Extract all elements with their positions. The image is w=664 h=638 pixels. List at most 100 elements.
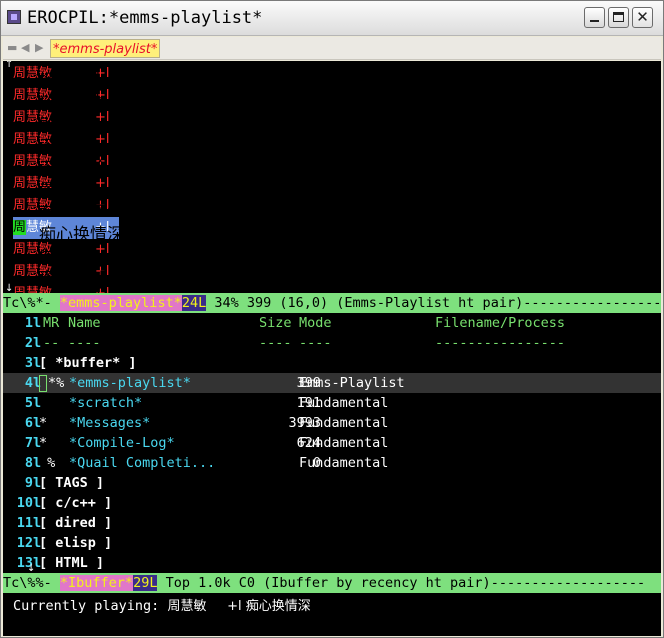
buffer-name[interactable]: *scratch* [69,393,142,413]
line-number-separator: l [33,335,42,351]
column-header-file[interactable]: Filename/Process [435,313,565,333]
modeline-line-count: 29L [133,575,158,591]
echo-area: Currently playing: 周慧敏 +l 痴心换情深 [13,596,311,616]
minimize-button[interactable] [584,7,605,28]
ibuffer-buffer-row[interactable]: 4l *% *emms-playlist* 399 Emms-Playlist [3,373,661,393]
tab-next-icon[interactable]: ▶ [35,37,43,59]
column-underline-size: ---- [259,335,292,351]
ibuffer-header-row[interactable]: 1l MR Name Size Mode Filename/Process [3,313,661,333]
buffer-name[interactable]: *Compile-Log* [69,433,175,453]
buffer-mark: % [39,455,56,471]
ibuffer-header-underline[interactable]: 2l -- ---- ---- ---- ---------------- [3,333,661,353]
column-underline-mr: -- [43,335,60,351]
modeline-ibuffer[interactable]: Tc\%%- *Ibuffer*29L Top 1.0k C0 (Ibuffer… [3,573,661,593]
modeline-playlist[interactable]: Tc\%*- *emms-playlist*24L 34% 399 (16,0)… [3,293,661,313]
emacs-frame: ↑ 周慧敏 +l 把心叠上你的心 周慧敏 +l 放下的力量 周慧敏 +l 敏感夜 周慧敏 +l 无双谱… [3,61,661,636]
column-underline-mode: ---- [299,335,332,351]
line-number: 11 [16,515,33,531]
buffer-mark: *% [39,373,64,393]
playlist-track-current[interactable]: 周慧敏 +l 痴心换情深 [13,217,124,245]
echo-label: Currently playing: [13,598,168,614]
buffer-mark [39,393,55,413]
emacs-window: EROCPIL:*emms-playlist* ✕ ▬ ◀ ▶ *emms-pl… [0,0,664,638]
tab-menu-icon[interactable]: ▬ [7,37,17,59]
echo-current-song: 周慧敏 +l 痴心换情深 [167,599,311,614]
close-button[interactable]: ✕ [632,7,653,28]
playlist-track[interactable]: 周慧敏 +l 离开忧郁的习惯 [13,261,158,289]
column-header-size[interactable]: Size [259,313,292,333]
line-number: 4 [24,375,33,391]
tab-bar: ▬ ◀ ▶ *emms-playlist* [3,37,661,60]
line-number: 1 [24,315,33,331]
column-header-mode[interactable]: Mode [299,313,332,333]
buffer-name[interactable]: *emms-playlist* [69,373,191,393]
ibuffer-group-header[interactable]: 3l[ *buffer* ] [3,353,661,373]
buffer-mode: Fundamental [299,395,389,411]
line-number: 3 [24,355,33,371]
modeline-status: Tc\%%- [3,575,60,591]
ibuffer-group-header[interactable]: 10l[ c/c++ ] [3,493,661,513]
text-cursor: 周 [13,220,27,235]
title-bar[interactable]: EROCPIL:*emms-playlist* ✕ [1,1,663,36]
tab-emms-playlist[interactable]: *emms-playlist* [50,39,161,58]
buffer-name[interactable]: *Quail Completi... [69,453,215,473]
buffer-mode: Fundamental [299,435,389,451]
ibuffer-buffer-row[interactable]: 7l * *Compile-Log* 624 Fundamental [3,433,661,453]
modeline-status: Tc\%*- [3,295,60,311]
column-header-name[interactable]: Name [68,313,101,333]
ibuffer-buffer-row[interactable]: 5l *scratch* 191 Fundamental [3,393,661,413]
modeline-buffer-name[interactable]: *Ibuffer* [59,575,134,591]
buffer-mode: Emms-Playlist [299,375,405,391]
ibuffer-buffer-row[interactable]: 8l % *Quail Completi... 0 Fundamental [3,453,661,473]
line-number-separator: l [33,315,42,331]
modeline-info: Top 1.0k C0 (Ibuffer by recency ht pair)… [157,575,646,591]
playlist-track[interactable]: 周慧敏 +l 无双谱 [13,129,119,157]
window-title: EROCPIL:*emms-playlist* [27,8,263,28]
buffer-mode: Fundamental [299,455,389,471]
buffer-mark: * [39,415,56,431]
track-separator: +l [95,242,110,257]
playlist-track[interactable]: 周慧敏 +l 把心叠上你的心 [13,63,158,91]
line-number: 6 [24,415,33,431]
buffer-name[interactable]: *Messages* [69,413,150,433]
line-number: 2 [24,335,33,351]
playlist-track[interactable]: 周慧敏 +l 无情夜冷风 [13,151,124,179]
line-number: 5 [24,395,33,411]
tab-prev-icon[interactable]: ◀ [21,37,29,59]
filter-group-label[interactable]: [ elisp ] [39,533,112,553]
emacs-app-icon[interactable] [7,10,21,24]
modeline-line-count: 24L [181,295,207,311]
track-separator: +l [95,176,110,191]
playlist-track[interactable]: 周慧敏 +l 盆栽 [13,239,119,267]
playlist-track[interactable]: 周慧敏 +l 有您美丽太多 [13,195,141,223]
line-number: 10 [16,495,33,511]
track-separator: +l [95,110,110,125]
buffer-mode: Fundamental [299,415,389,431]
filter-group-label[interactable]: [ dired ] [39,513,112,533]
modeline-info: 34% 399 (16,0) (Emms-Playlist ht pair)--… [206,295,661,311]
track-separator: +l [95,132,110,147]
ibuffer-group-header[interactable]: 9l[ TAGS ] [3,473,661,493]
playlist-track[interactable]: 周慧敏 +l 最爱 [13,173,119,201]
maximize-button[interactable] [608,7,629,28]
column-underline-name: ---- [68,335,101,351]
ibuffer-group-header[interactable]: 11l[ dired ] [3,513,661,533]
filter-group-label[interactable]: [ HTML ] [39,553,104,573]
ibuffer-buffer-row[interactable]: 6l * *Messages* 3993 Fundamental [3,413,661,433]
ibuffer-group-header[interactable]: 12l[ elisp ] [3,533,661,553]
playlist-track[interactable]: 周慧敏 +l 放下的力量 [13,85,124,113]
filter-group-label[interactable]: [ TAGS ] [39,473,104,493]
column-underline-file: ---------------- [435,335,566,351]
line-number: 12 [16,535,33,551]
line-number: 8 [24,455,33,471]
filter-group-label[interactable]: [ c/c++ ] [39,493,112,513]
buffer-mark: * [39,435,56,451]
close-icon: ✕ [636,8,649,26]
playlist-track[interactable]: 周慧敏 +l 敏感夜 [13,107,119,135]
column-header-mr[interactable]: MR [43,313,59,333]
modeline-buffer-name[interactable]: *emms-playlist* [59,295,182,311]
filter-group-label[interactable]: [ *buffer* ] [39,353,137,373]
line-number: 7 [24,435,33,451]
text-cursor [39,374,47,392]
ibuffer-group-header[interactable]: 13l[ HTML ] [3,553,661,573]
